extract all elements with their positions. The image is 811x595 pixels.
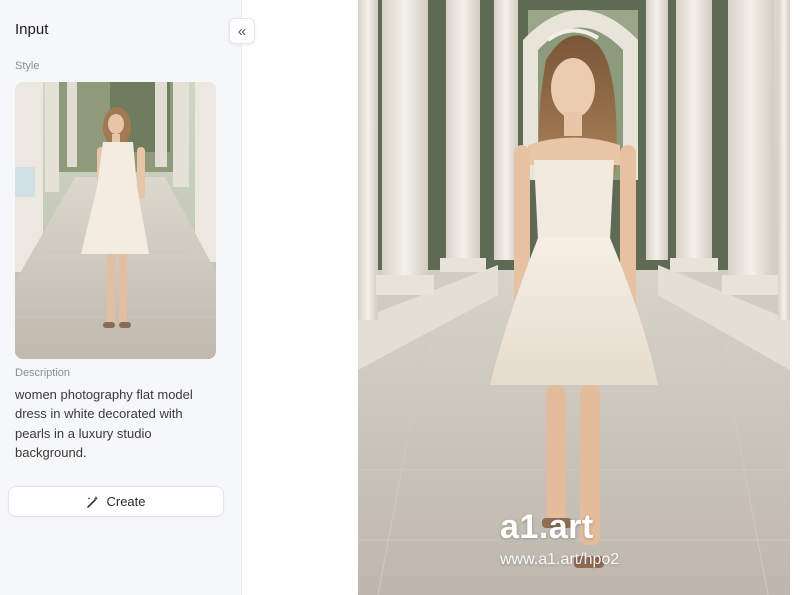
- create-label: Create: [106, 494, 146, 509]
- description-label: Description: [15, 367, 71, 379]
- input-panel: Input Style Description women photograph…: [0, 0, 242, 595]
- style-thumbnail[interactable]: [15, 82, 216, 359]
- style-label: Style: [15, 60, 40, 72]
- watermark-url: www.a1.art/hpo2: [500, 551, 620, 568]
- result-image[interactable]: a1.art www.a1.art/hpo2: [358, 0, 790, 595]
- double-chevron-left-icon: «: [237, 22, 247, 40]
- style-photo: [15, 82, 216, 359]
- description-text: women photography flat model dress in wh…: [15, 387, 193, 460]
- panel-title: Input: [15, 21, 49, 38]
- app-window: Input Style Description women photograph…: [0, 0, 811, 595]
- collapse-panel-button[interactable]: «: [229, 18, 255, 44]
- generated-photo: [358, 0, 790, 595]
- create-button[interactable]: Create: [8, 486, 224, 517]
- magic-wand-icon: [87, 495, 99, 508]
- watermark-logo: a1.art: [500, 508, 594, 546]
